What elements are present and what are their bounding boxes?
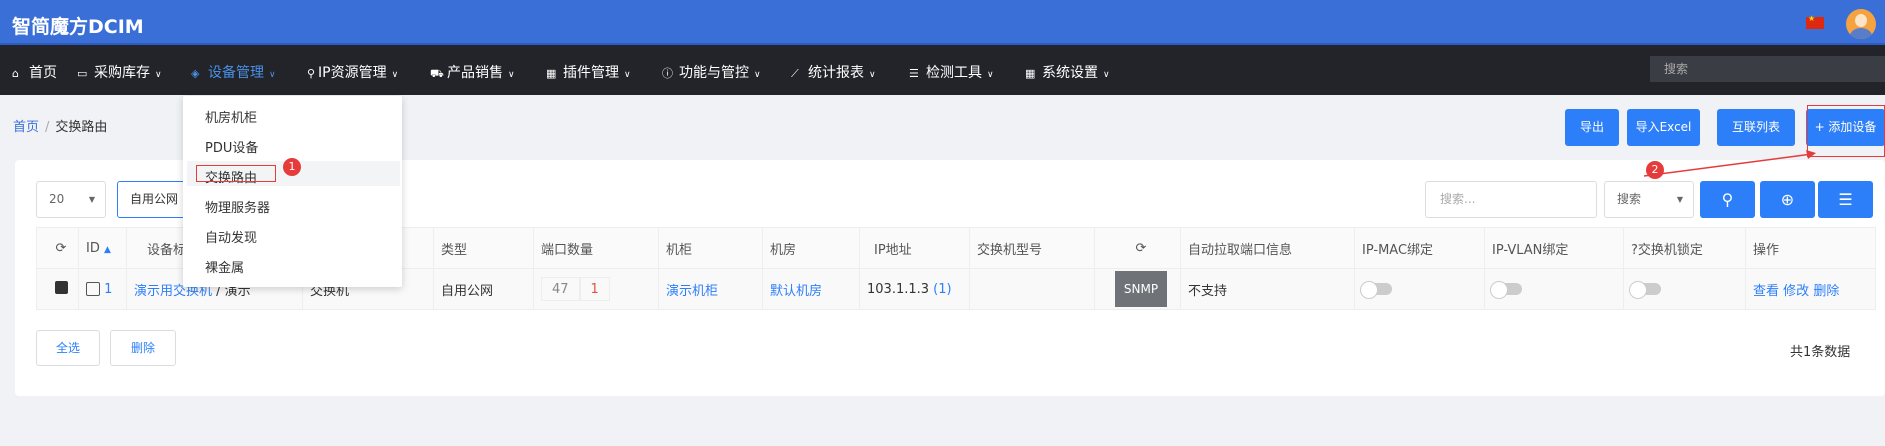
chevron-down-icon: ∨ — [1103, 70, 1110, 80]
grid-icon: ▦ — [1025, 67, 1036, 80]
auto-pull-status: 不支持 — [1180, 268, 1355, 310]
nav-device-management[interactable]: ◈ 设备管理 ∨ — [191, 62, 276, 82]
bulk-delete-button[interactable]: 删除 — [110, 330, 176, 366]
search-button[interactable]: ⚲ — [1700, 181, 1755, 218]
brand-title: 智简魔方DCIM — [12, 16, 144, 38]
search-icon: ⚲ — [1721, 190, 1734, 209]
annotation-badge-1: 1 — [283, 158, 301, 176]
top-header: 智简魔方DCIM — [0, 0, 1885, 45]
column-menu-button[interactable]: ☰ — [1818, 181, 1873, 218]
chevron-down-icon: ∨ — [987, 70, 994, 80]
cabinet-header: 机柜 — [658, 227, 763, 269]
cart-icon: ⛟ — [430, 67, 444, 80]
switch-model — [969, 268, 1095, 310]
snmp-badge[interactable]: SNMP — [1114, 271, 1168, 307]
chevron-down-icon: ∨ — [155, 70, 162, 80]
export-button[interactable]: 导出 — [1565, 109, 1619, 146]
ip-vlan-toggle[interactable] — [1490, 281, 1522, 299]
question-icon: ? — [1631, 242, 1638, 258]
switch-lock-toggle[interactable] — [1629, 281, 1661, 299]
map-marker-icon: ⚲ — [307, 67, 316, 80]
menu-icon: ☰ — [1838, 190, 1853, 209]
ops-header: 操作 — [1745, 227, 1876, 269]
select-all-button[interactable]: 全选 — [36, 330, 100, 366]
table-icon: ▦ — [546, 67, 557, 80]
nav-features[interactable]: ⓘ 功能与管控 ∨ — [662, 62, 761, 82]
lock-header: 交换机锁定 — [1637, 242, 1703, 258]
ip-count-link[interactable]: (1) — [933, 282, 951, 297]
inbox-icon: ▭ — [77, 67, 88, 80]
view-link[interactable]: 查看 — [1753, 284, 1779, 299]
caret-down-icon: ▼ — [1676, 195, 1683, 204]
row-checkbox — [86, 282, 100, 296]
ports-used: 1 — [579, 277, 610, 301]
nav-purchase[interactable]: ▭ 采购库存 ∨ — [77, 62, 162, 82]
china-flag-icon[interactable] — [1806, 14, 1824, 29]
advanced-search-button[interactable]: ⊕ — [1760, 181, 1815, 218]
breadcrumb-current: 交换路由 — [55, 120, 108, 135]
caret-down-icon: ▼ — [88, 195, 95, 204]
chevron-down-icon: ∨ — [624, 70, 631, 80]
annotation-arrow — [1643, 150, 1816, 177]
device-type: 自用公网 — [433, 268, 534, 310]
ip-header: IP地址 — [859, 227, 970, 269]
menu-item-pdu[interactable]: PDU设备 — [205, 137, 258, 156]
highlight-box — [196, 165, 276, 182]
cabinet-link[interactable]: 演示机柜 — [666, 284, 718, 299]
ip-mac-header: IP-MAC绑定 — [1354, 227, 1485, 269]
device-management-dropdown: 机房机柜 PDU设备 交换路由 物理服务器 自动发现 裸金属 — [183, 96, 402, 287]
ip-vlan-header: IP-VLAN绑定 — [1484, 227, 1624, 269]
ports-total: 47 — [541, 277, 580, 301]
user-avatar[interactable] — [1846, 9, 1876, 39]
ip-mac-toggle[interactable] — [1360, 281, 1392, 299]
edit-link[interactable]: 修改 — [1783, 284, 1809, 299]
nav-reports[interactable]: ⟋ 统计报表 ∨ — [791, 62, 876, 82]
menu-item-auto-discovery[interactable]: 自动发现 — [205, 227, 257, 246]
main-nav: ⌂ 首页 ▭ 采购库存 ∨ ◈ 设备管理 ∨ ⚲ IP资源管理 ∨ ⛟ 产品销售 ∨ ▦ 插件管理 ∨… — [0, 45, 1885, 95]
chevron-down-icon: ∨ — [391, 70, 399, 80]
chevron-down-icon: ∨ — [869, 70, 876, 80]
menu-item-physical-server[interactable]: 物理服务器 — [205, 197, 270, 216]
port-count-header: 端口数量 — [533, 227, 659, 269]
search-input[interactable]: 搜索... — [1425, 181, 1597, 218]
nav-settings[interactable]: ▦ 系统设置 ∨ — [1025, 62, 1110, 82]
cube-icon: ◈ — [191, 67, 200, 80]
line-chart-icon: ⟋ — [791, 67, 799, 80]
room-header: 机房 — [762, 227, 860, 269]
nav-plugins[interactable]: ▦ 插件管理 ∨ — [546, 62, 631, 82]
menu-item-bare-metal[interactable]: 裸金属 — [205, 257, 244, 276]
row-id: 1 — [104, 281, 113, 297]
nav-search-input[interactable]: 搜索 — [1650, 56, 1885, 82]
nav-home[interactable]: ⌂ 首页 — [12, 62, 57, 82]
list-icon: ☰ — [909, 67, 919, 80]
row-status-checkbox — [54, 280, 68, 294]
room-link[interactable]: 默认机房 — [770, 284, 822, 299]
chevron-down-icon: ∨ — [508, 70, 515, 80]
total-count: 共1条数据 — [1790, 345, 1851, 360]
chevron-down-icon: ∨ — [754, 70, 761, 80]
menu-item-rooms[interactable]: 机房机柜 — [205, 107, 257, 126]
chevron-down-icon: ∨ — [269, 70, 276, 80]
breadcrumb-home[interactable]: 首页 — [13, 120, 39, 135]
sort-icon: ▲ — [104, 244, 111, 255]
delete-link[interactable]: 删除 — [1813, 284, 1839, 299]
type-header: 类型 — [433, 227, 534, 269]
zoom-in-icon: ⊕ — [1780, 190, 1795, 209]
breadcrumb: 首页 / 交换路由 — [13, 120, 108, 135]
refresh-icon[interactable]: ⟳ — [36, 227, 79, 269]
nav-tools[interactable]: ☰ 检测工具 ∨ — [909, 62, 994, 82]
auto-pull-header: 自动拉取端口信息 — [1180, 227, 1355, 269]
sync-icon[interactable]: ⟳ — [1094, 227, 1181, 269]
id-header: ID — [86, 240, 100, 256]
ip-address: 103.1.1.3 — [867, 281, 930, 297]
nav-ip-resources[interactable]: ⚲ IP资源管理 ∨ — [307, 62, 398, 82]
home-icon: ⌂ — [12, 67, 19, 80]
page-size-select[interactable]: 20 ▼ — [36, 181, 106, 218]
info-icon: ⓘ — [662, 67, 673, 80]
search-field-select[interactable]: 搜索 ▼ — [1604, 181, 1694, 218]
nav-product-sales[interactable]: ⛟ 产品销售 ∨ — [430, 62, 515, 82]
model-header: 交换机型号 — [969, 227, 1095, 269]
